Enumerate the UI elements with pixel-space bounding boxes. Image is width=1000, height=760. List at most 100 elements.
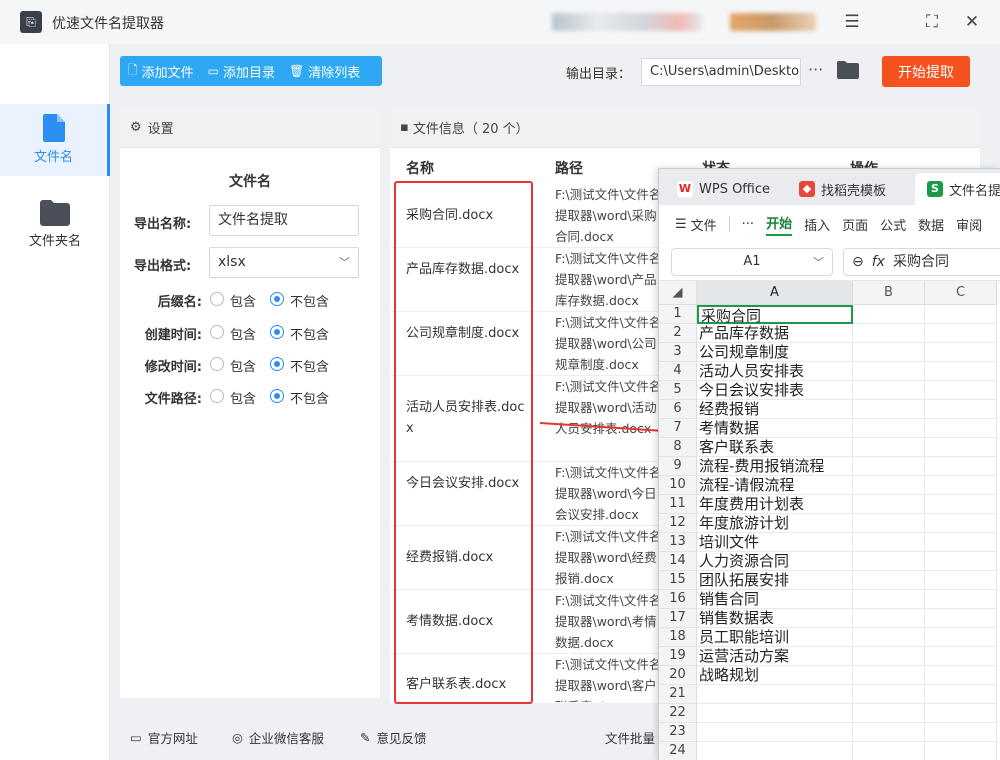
cell-c[interactable] xyxy=(925,476,997,495)
cell-b[interactable] xyxy=(853,438,925,457)
menu-more[interactable]: ··· xyxy=(742,217,754,232)
row-header[interactable]: 19 xyxy=(659,647,697,666)
cell-a[interactable]: 运营活动方案 xyxy=(697,647,853,666)
include-radio[interactable] xyxy=(210,292,224,306)
menu-file[interactable]: 文件 xyxy=(691,215,717,234)
cell-b[interactable] xyxy=(853,609,925,628)
cell-a[interactable]: 年度旅游计划 xyxy=(697,514,853,533)
cell-c[interactable] xyxy=(925,381,997,400)
row-header[interactable]: 17 xyxy=(659,609,697,628)
wechat-support-link[interactable]: ◎ 企业微信客服 xyxy=(232,728,324,747)
cell-a[interactable]: 培训文件 xyxy=(697,533,853,552)
cell-a[interactable] xyxy=(697,723,853,742)
nav-item-foldername[interactable]: 文件夹名 xyxy=(0,190,110,262)
row-header[interactable]: 2 xyxy=(659,324,697,343)
cell-a[interactable] xyxy=(697,742,853,760)
cell-b[interactable] xyxy=(853,419,925,438)
start-extract-button[interactable]: 开始提取 xyxy=(882,56,970,87)
cell-a[interactable] xyxy=(697,704,853,723)
cell-b[interactable] xyxy=(853,305,925,324)
row-header[interactable]: 8 xyxy=(659,438,697,457)
cell-c[interactable] xyxy=(925,533,997,552)
cell-a[interactable]: 员工职能培训 xyxy=(697,628,853,647)
menu-formula[interactable]: 公式 xyxy=(880,215,906,234)
cell-b[interactable] xyxy=(853,400,925,419)
row-header[interactable]: 23 xyxy=(659,723,697,742)
cell-c[interactable] xyxy=(925,324,997,343)
cell-a[interactable]: 销售数据表 xyxy=(697,609,853,628)
exclude-radio[interactable] xyxy=(270,389,284,403)
cell-b[interactable] xyxy=(853,685,925,704)
include-radio[interactable] xyxy=(210,325,224,339)
feedback-link[interactable]: ✎ 意见反馈 xyxy=(360,728,427,747)
add-directory-button[interactable]: ▭ 添加目录 xyxy=(208,62,275,81)
select-all-corner[interactable]: ◢ xyxy=(659,281,697,305)
cell-c[interactable] xyxy=(925,723,997,742)
browse-folder-icon[interactable] xyxy=(837,61,859,79)
cell-b[interactable] xyxy=(853,362,925,381)
exclude-radio[interactable] xyxy=(270,357,284,371)
row-header[interactable]: 5 xyxy=(659,381,697,400)
cell-a[interactable]: 销售合同 xyxy=(697,590,853,609)
cell-c[interactable] xyxy=(925,742,997,760)
cell-c[interactable] xyxy=(925,305,997,324)
cell-a[interactable]: 经费报销 xyxy=(697,400,853,419)
row-header[interactable]: 10 xyxy=(659,476,697,495)
row-header[interactable]: 13 xyxy=(659,533,697,552)
row-header[interactable]: 15 xyxy=(659,571,697,590)
cell-b[interactable] xyxy=(853,571,925,590)
cell-b[interactable] xyxy=(853,723,925,742)
row-header[interactable]: 12 xyxy=(659,514,697,533)
output-dir-input[interactable]: C:\Users\admin\Desktop xyxy=(641,58,801,86)
cell-c[interactable] xyxy=(925,343,997,362)
cell-c[interactable] xyxy=(925,457,997,476)
cell-b[interactable] xyxy=(853,628,925,647)
cell-a[interactable] xyxy=(697,685,853,704)
row-header[interactable]: 7 xyxy=(659,419,697,438)
cell-b[interactable] xyxy=(853,381,925,400)
add-file-button[interactable]: 🗋 添加文件 xyxy=(128,61,194,82)
menu-data[interactable]: 数据 xyxy=(918,215,944,234)
cell-c[interactable] xyxy=(925,495,997,514)
cell-c[interactable] xyxy=(925,419,997,438)
clear-list-button[interactable]: 🗑 清除列表 xyxy=(289,62,360,81)
cell-a[interactable]: 活动人员安排表 xyxy=(697,362,853,381)
cell-a[interactable]: 战略规划 xyxy=(697,666,853,685)
cell-c[interactable] xyxy=(925,514,997,533)
cell-a[interactable]: 人力资源合同 xyxy=(697,552,853,571)
tab-spreadsheet[interactable]: S 文件名提取 xyxy=(915,173,1000,205)
cell-a[interactable]: 客户联系表 xyxy=(697,438,853,457)
cell-a[interactable]: 公司规章制度 xyxy=(697,343,853,362)
row-header[interactable]: 21 xyxy=(659,685,697,704)
tab-wps-office[interactable]: W WPS Office xyxy=(665,173,789,205)
cell-c[interactable] xyxy=(925,647,997,666)
fullscreen-icon[interactable]: ⛶ xyxy=(920,10,944,34)
cell-c[interactable] xyxy=(925,666,997,685)
website-link[interactable]: ▭ 官方网址 xyxy=(130,728,198,747)
cell-c[interactable] xyxy=(925,400,997,419)
cell-b[interactable] xyxy=(853,476,925,495)
cell-b[interactable] xyxy=(853,343,925,362)
cell-c[interactable] xyxy=(925,362,997,381)
row-header[interactable]: 1 xyxy=(659,305,697,324)
cell-c[interactable] xyxy=(925,438,997,457)
cell-b[interactable] xyxy=(853,533,925,552)
cell-a[interactable]: 团队拓展安排 xyxy=(697,571,853,590)
row-header[interactable]: 16 xyxy=(659,590,697,609)
cell-b[interactable] xyxy=(853,514,925,533)
exclude-radio[interactable] xyxy=(270,292,284,306)
column-header-b[interactable]: B xyxy=(853,281,925,305)
cell-b[interactable] xyxy=(853,647,925,666)
export-format-select[interactable]: xlsx ﹀ xyxy=(209,247,359,278)
cell-b[interactable] xyxy=(853,495,925,514)
row-header[interactable]: 9 xyxy=(659,457,697,476)
menu-page[interactable]: 页面 xyxy=(842,215,868,234)
cell-b[interactable] xyxy=(853,590,925,609)
cell-b[interactable] xyxy=(853,552,925,571)
cell-a[interactable]: 考情数据 xyxy=(697,419,853,438)
formula-input[interactable]: ⊖ fx 采购合同 xyxy=(843,248,1000,276)
row-header[interactable]: 22 xyxy=(659,704,697,723)
row-header[interactable]: 24 xyxy=(659,742,697,760)
export-name-input[interactable]: 文件名提取 xyxy=(209,205,359,236)
nav-item-filename[interactable]: 文件名 xyxy=(0,104,110,176)
